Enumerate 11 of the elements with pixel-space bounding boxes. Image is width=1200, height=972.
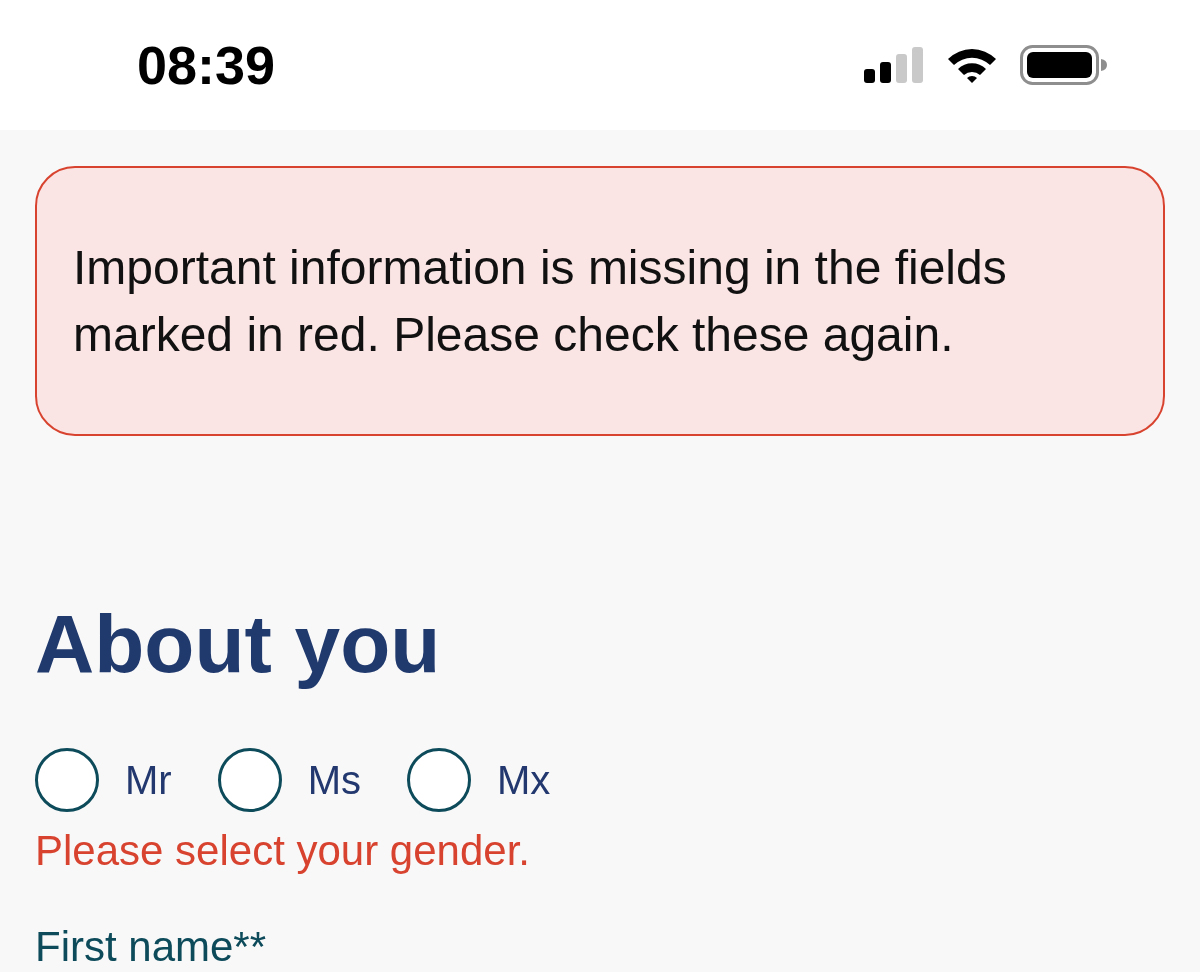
field-label: First name**	[35, 926, 267, 968]
radio-button[interactable]	[35, 748, 99, 812]
alert-message: Important information is missing in the fields marked in red. Please check these again.	[73, 240, 1008, 363]
radio-label[interactable]: Mx	[496, 760, 551, 800]
battery-icon	[1020, 45, 1108, 85]
signal-icon	[864, 47, 924, 83]
error-message: Please select your gender.	[35, 830, 530, 872]
radio-label[interactable]: Ms	[307, 760, 361, 800]
wifi-icon	[946, 46, 998, 84]
status-time: 08:39	[137, 38, 276, 92]
radio-label[interactable]: Mr	[125, 760, 172, 800]
